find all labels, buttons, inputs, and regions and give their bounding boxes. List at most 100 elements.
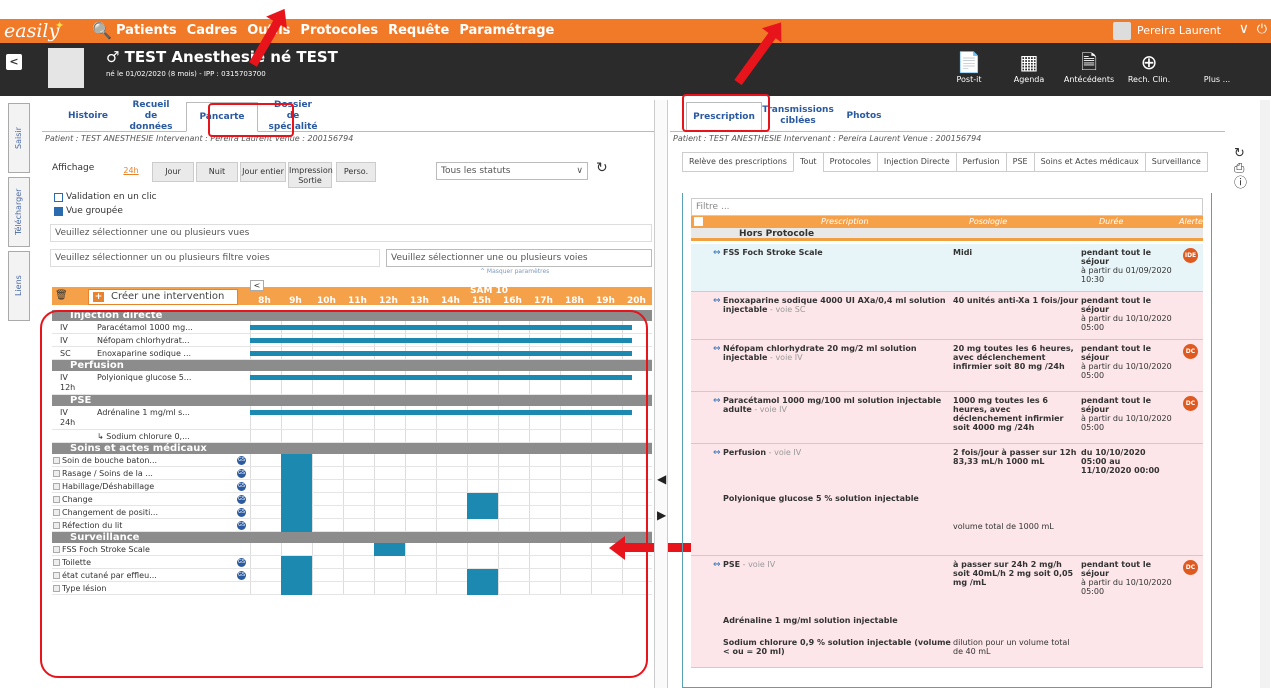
duration: du 10/10/2020 05:00 au 11/10/2020 00:00 xyxy=(1081,448,1160,475)
select-all-checkbox[interactable] xyxy=(694,217,703,226)
expand-icon[interactable]: ⇔ xyxy=(713,396,721,406)
subtab-1[interactable]: Tout xyxy=(792,152,824,172)
duration: pendant tout le séjour à partir du 10/10/… xyxy=(1081,560,1172,596)
duration: pendant tout le séjour à partir du 01/09/… xyxy=(1081,248,1172,284)
subtab-2[interactable]: Protocoles xyxy=(822,152,878,172)
vues-select[interactable]: Veuillez sélectionner une ou plusieurs v… xyxy=(50,224,652,242)
tool-rech-clin-[interactable]: ⊕ Rech. Clin. xyxy=(1122,49,1176,84)
prescription-row[interactable]: ⇔ FSS Foch Stroke Scale Midi pendant tout l… xyxy=(691,244,1203,292)
display-button-3[interactable]: Jour entier xyxy=(240,162,286,182)
print-icon[interactable]: ⎙ xyxy=(1234,161,1247,176)
previous-period-button[interactable]: < xyxy=(250,280,264,291)
tool-plus-[interactable]: Plus ... xyxy=(1190,49,1244,84)
tab-left-1[interactable]: Recueil de données xyxy=(116,100,186,132)
user-name[interactable]: Pereira Laurent xyxy=(1137,24,1221,37)
status-select[interactable]: Tous les statuts ∨ xyxy=(436,162,588,180)
subtab-6[interactable]: Soins et Actes médicaux xyxy=(1033,152,1146,172)
filter-input[interactable]: Filtre ... xyxy=(691,198,1203,216)
tool-agenda[interactable]: ▦ Agenda xyxy=(1002,49,1056,84)
tool-label: Post-it xyxy=(956,75,982,84)
prescription-name: Enoxaparine sodique 4000 UI AXa/0,4 ml s… xyxy=(723,296,946,314)
hour-label: 14h xyxy=(441,296,460,306)
menu-item-3[interactable]: Protocoles xyxy=(300,23,378,38)
display-button-5[interactable]: Perso. xyxy=(336,162,376,182)
prescription-row[interactable]: ⇔ Néfopam chlorhydrate 20 mg/2 ml solutio… xyxy=(691,340,1203,392)
display-button-1[interactable]: Jour xyxy=(152,162,194,182)
refresh-icon[interactable]: ↻ xyxy=(1234,146,1247,161)
tab-right-2[interactable]: Photos xyxy=(834,101,894,131)
voies-select[interactable]: Veuillez sélectionner une ou plusieurs v… xyxy=(386,249,652,267)
masquer-parametres-link[interactable]: ^ Masquer paramètres xyxy=(480,268,549,275)
validation-checkbox[interactable]: Validation en un clic xyxy=(54,192,157,202)
hour-label: 13h xyxy=(410,296,429,306)
prescription-header: Prescription Posologie Durée Alertes xyxy=(691,216,1207,228)
prescription-row[interactable]: ⇔ Enoxaparine sodique 4000 UI AXa/0,4 ml … xyxy=(691,292,1203,340)
side-tab-1[interactable]: Télécharger xyxy=(8,177,30,247)
posology: 2 fois/jour à passer sur 12h 83,33 mL/h … xyxy=(953,448,1077,466)
prescription-row[interactable]: ⇔ Paracétamol 1000 mg/100 ml solution inj… xyxy=(691,392,1203,444)
tab-left-0[interactable]: Histoire xyxy=(60,101,116,131)
hour-label: 15h xyxy=(472,296,491,306)
user-avatar[interactable] xyxy=(1113,22,1131,40)
alert-badge[interactable]: DC xyxy=(1183,344,1198,359)
posology: 1000 mg toutes les 6 heures, avec déclen… xyxy=(953,396,1064,432)
side-tab-0[interactable]: Saisir xyxy=(8,103,30,173)
menu-item-1[interactable]: Cadres xyxy=(187,23,238,38)
expand-icon[interactable]: ⇔ xyxy=(713,248,721,258)
expand-icon[interactable]: ⇔ xyxy=(713,344,721,354)
tool-post-it[interactable]: 📄 Post-it xyxy=(942,49,996,84)
subtab-3[interactable]: Injection Directe xyxy=(876,152,957,172)
grid-highlight xyxy=(40,310,648,678)
expand-icon[interactable]: ⇔ xyxy=(713,296,721,306)
power-icon[interactable]: ⏻ xyxy=(1257,22,1267,37)
tool-ant-c-dents[interactable]: 🗎 Antécédents xyxy=(1062,49,1116,84)
filtre-voies-select[interactable]: Veuillez sélectionner un ou plusieurs fi… xyxy=(50,249,380,267)
expand-icon[interactable]: ⇔ xyxy=(713,560,721,570)
display-button-4[interactable]: Impression Sortie xyxy=(288,162,333,188)
alert-badge[interactable]: IDE xyxy=(1183,248,1198,263)
menu-item-4[interactable]: Requête xyxy=(388,23,449,38)
display-button-2[interactable]: Nuit xyxy=(196,162,238,182)
prescription-product: Polyionique glucose 5 % solution injecta… xyxy=(723,494,919,503)
prescription-name: Néfopam chlorhydrate 20 mg/2 ml solution… xyxy=(723,344,917,362)
menu-item-0[interactable]: Patients xyxy=(116,23,177,38)
prescription-row[interactable]: ⇔ PSE - voie IV Adrénaline 1 mg/ml solutio… xyxy=(691,556,1203,668)
posology-note: dilution pour un volume total de 40 mL xyxy=(953,638,1070,656)
subtab-5[interactable]: PSE xyxy=(1005,152,1035,172)
main-menu: PatientsCadresOutilsProtocolesRequêtePar… xyxy=(116,23,554,38)
subtab-0[interactable]: Relève des prescriptions xyxy=(682,152,794,172)
alert-badge[interactable]: DC xyxy=(1183,560,1198,575)
chevron-down-icon[interactable]: ∨ xyxy=(1239,21,1249,37)
expand-icon[interactable]: ⇔ xyxy=(713,448,721,458)
right-actions: ↻ ⎙ ⓘ xyxy=(1234,146,1247,191)
duration: pendant tout le séjour à partir du 10/10/… xyxy=(1081,296,1172,332)
collapse-left-icon[interactable]: ◀ xyxy=(657,472,666,486)
search-icon[interactable]: 🔍 xyxy=(92,21,112,40)
column-header: Alertes xyxy=(1179,217,1208,226)
display-button-0[interactable]: 24h xyxy=(112,162,150,182)
back-button[interactable]: < xyxy=(6,54,22,70)
posology: à passer sur 24h 2 mg/h soit 40mL/h 2 mg… xyxy=(953,560,1074,587)
column-header: Durée xyxy=(1099,217,1124,226)
alert-badge[interactable]: DC xyxy=(1183,396,1198,411)
tool-icon: 📄 xyxy=(956,50,982,74)
refresh-icon[interactable]: ↻ xyxy=(596,160,608,176)
vue-groupee-checkbox[interactable]: Vue groupée xyxy=(54,206,123,216)
subtab-7[interactable]: Surveillance xyxy=(1144,152,1208,172)
prescription-row[interactable]: ⇔ Perfusion - voie IV Polyionique glucose … xyxy=(691,444,1203,556)
scrollbar[interactable] xyxy=(1260,100,1270,688)
menu-item-5[interactable]: Paramétrage xyxy=(459,23,554,38)
column-header: Posologie xyxy=(969,217,1008,226)
tab-right-1[interactable]: Transmissions ciblées xyxy=(762,101,834,131)
tool-label: Antécédents xyxy=(1063,75,1115,84)
trash-icon[interactable]: 🗑 xyxy=(55,290,68,301)
app-logo: easily xyxy=(4,20,60,42)
side-tab-2[interactable]: Liens xyxy=(8,251,30,321)
info-icon[interactable]: ⓘ xyxy=(1234,176,1247,191)
expand-right-icon[interactable]: ▶ xyxy=(657,508,666,522)
tool-icon: ⊕ xyxy=(1140,50,1158,74)
pane-divider[interactable] xyxy=(654,100,668,688)
side-tabs: Saisir Télécharger Liens xyxy=(8,103,30,325)
create-intervention-button[interactable]: + Créer une intervention xyxy=(88,289,238,305)
subtab-4[interactable]: Perfusion xyxy=(955,152,1007,172)
